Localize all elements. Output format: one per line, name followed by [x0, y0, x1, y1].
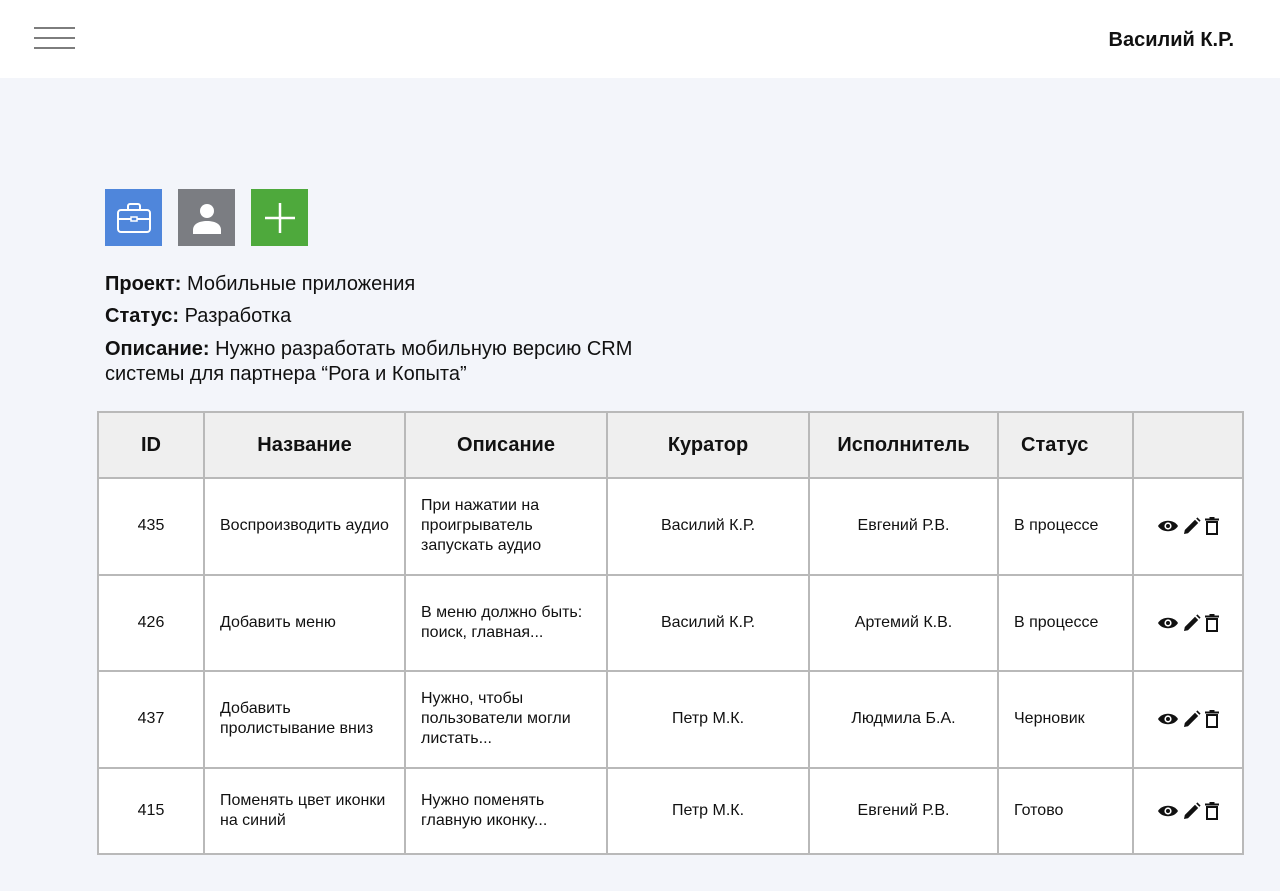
column-header-curator[interactable]: Куратор — [606, 411, 810, 479]
cell-actions — [1132, 766, 1244, 856]
cell-curator: Василий К.Р. — [606, 573, 810, 673]
briefcase-icon — [116, 202, 151, 233]
cell-description: В меню должно быть: поиск, главная... — [404, 573, 608, 673]
cell-curator: Василий К.Р. — [606, 477, 810, 576]
edit-icon[interactable] — [1183, 517, 1201, 535]
cell-id: 437 — [97, 670, 205, 769]
cell-assignee: Артемий К.В. — [808, 573, 999, 673]
menu-icon[interactable] — [34, 27, 75, 49]
top-bar: Василий К.Р. — [0, 0, 1280, 78]
edit-icon[interactable] — [1183, 614, 1201, 632]
project-status: Статус: Разработка — [105, 305, 291, 328]
cell-title: Воспроизводить аудио — [203, 477, 406, 576]
view-icon[interactable] — [1157, 804, 1179, 818]
delete-icon[interactable] — [1205, 801, 1219, 820]
cell-curator: Петр М.К. — [606, 766, 810, 856]
edit-icon[interactable] — [1183, 710, 1201, 728]
project-name-label: Проект: — [105, 273, 182, 295]
column-header-id[interactable]: ID — [97, 411, 205, 479]
cell-assignee: Евгений Р.В. — [808, 477, 999, 576]
cell-description: Нужно, чтобы пользователи могли листать.… — [404, 670, 608, 769]
cell-status: В процессе — [997, 477, 1134, 576]
cell-title: Поменять цвет иконки на синий — [203, 766, 406, 856]
cell-status: Готово — [997, 766, 1134, 856]
cell-status: Черновик — [997, 670, 1134, 769]
view-icon[interactable] — [1157, 616, 1179, 630]
cell-actions — [1132, 573, 1244, 673]
cell-curator: Петр М.К. — [606, 670, 810, 769]
users-button[interactable] — [178, 189, 235, 246]
cell-description: При нажатии на проигрыватель запускать а… — [404, 477, 608, 576]
cell-status: В процессе — [997, 573, 1134, 673]
user-icon — [192, 203, 221, 234]
project-description-label: Описание: — [105, 338, 210, 360]
table-header-row: ID Название Описание Куратор Исполнитель… — [97, 411, 1244, 479]
column-header-description[interactable]: Описание — [404, 411, 608, 479]
delete-icon[interactable] — [1205, 710, 1219, 729]
project-description: Описание: Нужно разработать мобильную ве… — [105, 337, 665, 387]
project-name: Проект: Мобильные приложения — [105, 273, 415, 296]
delete-icon[interactable] — [1205, 613, 1219, 632]
cell-description: Нужно поменять главную иконку... — [404, 766, 608, 856]
delete-icon[interactable] — [1205, 517, 1219, 536]
cell-actions — [1132, 670, 1244, 769]
view-icon[interactable] — [1157, 519, 1179, 533]
cell-assignee: Евгений Р.В. — [808, 766, 999, 856]
cell-title: Добавить меню — [203, 573, 406, 673]
cell-id: 435 — [97, 477, 205, 576]
column-header-title[interactable]: Название — [203, 411, 406, 479]
view-icon[interactable] — [1157, 712, 1179, 726]
table-row[interactable]: 437 Добавить пролистывание вниз Нужно, ч… — [97, 670, 1244, 769]
column-header-status[interactable]: Статус — [997, 411, 1134, 479]
project-name-value: Мобильные приложения — [186, 273, 416, 295]
cell-id: 415 — [97, 766, 205, 856]
edit-icon[interactable] — [1183, 802, 1201, 820]
plus-icon — [264, 202, 295, 233]
table-row[interactable]: 435 Воспроизводить аудио При нажатии на … — [97, 477, 1244, 576]
table-row[interactable]: 415 Поменять цвет иконки на синий Нужно … — [97, 766, 1244, 856]
projects-button[interactable] — [105, 189, 162, 246]
cell-assignee: Людмила Б.А. — [808, 670, 999, 769]
cell-id: 426 — [97, 573, 205, 673]
table-row[interactable]: 426 Добавить меню В меню должно быть: по… — [97, 573, 1244, 673]
add-button[interactable] — [251, 189, 308, 246]
tasks-table: ID Название Описание Куратор Исполнитель… — [97, 411, 1244, 856]
cell-actions — [1132, 477, 1244, 576]
column-header-actions — [1132, 411, 1244, 479]
project-status-value: Разработка — [184, 305, 292, 327]
user-name[interactable]: Василий К.Р. — [1109, 29, 1235, 52]
project-status-label: Статус: — [105, 305, 180, 327]
cell-title: Добавить пролистывание вниз — [203, 670, 406, 769]
column-header-assignee[interactable]: Исполнитель — [808, 411, 999, 479]
